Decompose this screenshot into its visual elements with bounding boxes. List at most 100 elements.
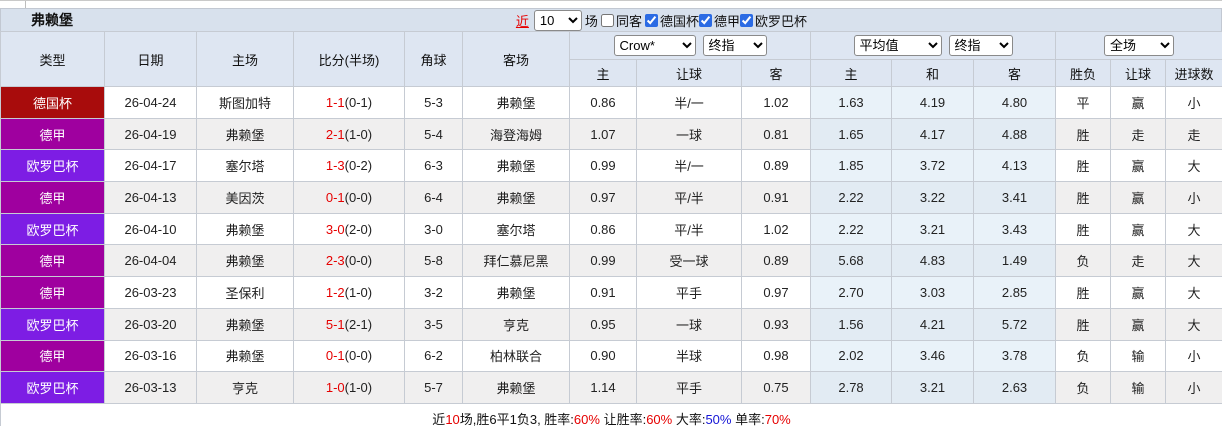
- away-team-cell: 海登海姆: [462, 117, 570, 151]
- handicap-result-cell: 走: [1110, 244, 1167, 278]
- date-cell: 26-04-10: [104, 212, 197, 246]
- odds-select-group: Crow* 终指: [568, 31, 812, 60]
- match-row: 欧罗巴杯 26-03-13 亨克 1-0(1-0) 5-7 弗赖堡 1.14 平手 0.75 2.…: [0, 371, 1222, 404]
- odds-handicap-cell: 半/一: [636, 149, 742, 183]
- score-cell: 1-2(1-0): [293, 276, 405, 309]
- recent-link[interactable]: 近: [516, 11, 529, 30]
- odds-handicap-cell: 一球: [636, 117, 742, 151]
- league-checkbox[interactable]: [698, 14, 712, 27]
- summary-segment: 10: [445, 411, 460, 426]
- fulltime-score: 0-1: [325, 189, 345, 205]
- halftime-score: (0-2): [344, 158, 373, 174]
- fulltime-score: 1-2: [325, 284, 345, 300]
- same-away-checkbox[interactable]: [600, 14, 614, 27]
- col-header-avg-home: 主: [810, 59, 893, 87]
- halftime-score: (1-0): [344, 126, 373, 142]
- goals-result-cell: 小: [1165, 339, 1222, 373]
- avg-home-cell: 1.65: [810, 117, 893, 151]
- date-cell: 26-04-13: [104, 181, 197, 214]
- odds-source-select[interactable]: Crow*: [613, 35, 696, 56]
- match-row: 欧罗巴杯 26-04-17 塞尔塔 1-3(0-2) 6-3 弗赖堡 0.99 半/一 0.89…: [0, 149, 1222, 183]
- recent-count-select[interactable]: 10: [533, 10, 582, 31]
- away-team-cell: 塞尔塔: [462, 212, 570, 246]
- handicap-result-cell: 赢: [1110, 181, 1167, 214]
- odds-away-cell: 0.89: [740, 244, 812, 278]
- odds-home-cell: 0.97: [569, 181, 637, 214]
- home-team-cell: 圣保利: [196, 276, 294, 309]
- handicap-result-cell: 赢: [1110, 149, 1167, 183]
- league-filter-label: 德国杯: [659, 14, 699, 29]
- same-away-filter[interactable]: 同客: [600, 11, 642, 30]
- odds-stage-select-left[interactable]: 终指: [702, 35, 767, 56]
- match-row: 德国杯 26-04-24 斯图加特 1-1(0-1) 5-3 弗赖堡 0.86 半/一 1.02…: [0, 86, 1222, 119]
- avg-home-cell: 2.02: [810, 339, 893, 373]
- halftime-score: (2-0): [344, 221, 373, 237]
- avg-draw-cell: 3.46: [891, 339, 975, 373]
- score-cell: 1-1(0-1): [293, 86, 405, 119]
- odds-stage-select-right[interactable]: 终指: [948, 35, 1013, 56]
- handicap-result-cell: 赢: [1110, 212, 1167, 246]
- col-header-score: 比分(半场): [293, 31, 405, 87]
- odds-handicap-cell: 半/一: [636, 86, 742, 119]
- result-cell: 胜: [1055, 181, 1112, 214]
- goals-result-cell: 小: [1165, 371, 1222, 404]
- odds-handicap-cell: 平/半: [636, 212, 742, 246]
- avg-away-cell: 1.49: [973, 244, 1057, 278]
- league-filter[interactable]: 德甲: [698, 11, 740, 30]
- result-cell: 胜: [1055, 276, 1112, 309]
- score-cell: 5-1(2-1): [293, 307, 405, 341]
- corners-cell: 3-2: [404, 276, 463, 309]
- halftime-score: (0-0): [344, 348, 373, 364]
- odds-handicap-cell: 受一球: [636, 244, 742, 278]
- corners-cell: 6-3: [404, 149, 463, 183]
- summary-segment: 70%: [764, 411, 791, 426]
- league-checkbox[interactable]: [644, 14, 658, 27]
- odds-home-cell: 0.91: [569, 276, 637, 309]
- league-type-cell: 欧罗巴杯: [0, 307, 105, 341]
- league-type-cell: 德甲: [0, 244, 105, 278]
- away-team-cell: 弗赖堡: [462, 149, 570, 183]
- summary-text: 近10场,胜6平1负3, 胜率:60% 让胜率:60% 大率:50% 单率:70…: [0, 402, 1222, 426]
- handicap-result-cell: 输: [1110, 371, 1167, 404]
- avg-source-select[interactable]: 平均值: [853, 35, 942, 56]
- halftime-score: (2-1): [344, 316, 373, 332]
- league-filter-label: 德甲: [713, 14, 740, 29]
- fulltime-score: 1-3: [325, 158, 345, 174]
- result-cell: 胜: [1055, 212, 1112, 246]
- avg-away-cell: 4.88: [973, 117, 1057, 151]
- odds-handicap-cell: 平手: [636, 276, 742, 309]
- goals-result-cell: 小: [1165, 181, 1222, 214]
- date-cell: 26-03-23: [104, 276, 197, 309]
- handicap-result-cell: 赢: [1110, 307, 1167, 341]
- odds-away-cell: 0.75: [740, 371, 812, 404]
- handicap-result-cell: 赢: [1110, 86, 1167, 119]
- odds-away-cell: 0.81: [740, 117, 812, 151]
- home-team-cell: 亨克: [196, 371, 294, 404]
- league-filter[interactable]: 德国杯: [644, 11, 699, 30]
- fulltime-score: 2-1: [325, 126, 345, 142]
- odds-home-cell: 0.86: [569, 212, 637, 246]
- avg-home-cell: 5.68: [810, 244, 893, 278]
- league-type-cell: 欧罗巴杯: [0, 212, 105, 246]
- scope-select[interactable]: 全场: [1104, 35, 1175, 56]
- goals-result-cell: 小: [1165, 86, 1222, 119]
- match-row: 德甲 26-04-13 美因茨 0-1(0-0) 6-4 弗赖堡 0.97 平/半 0.91 2.…: [0, 181, 1222, 214]
- league-filter-label: 欧罗巴杯: [754, 14, 807, 29]
- odds-handicap-cell: 平手: [636, 371, 742, 404]
- avg-draw-cell: 3.03: [891, 276, 975, 309]
- league-filter[interactable]: 欧罗巴杯: [739, 11, 807, 30]
- league-checkbox[interactable]: [739, 14, 753, 27]
- score-cell: 2-3(0-0): [293, 244, 405, 278]
- halftime-score: (0-0): [344, 189, 373, 205]
- corners-cell: 5-7: [404, 371, 463, 404]
- col-header-avg-draw: 和: [891, 59, 975, 87]
- handicap-result-cell: 走: [1110, 117, 1167, 151]
- avg-away-cell: 4.80: [973, 86, 1057, 119]
- corners-cell: 5-3: [404, 86, 463, 119]
- table-titlebar: 弗赖堡 近 10 场 同客 德国杯 德甲 欧罗巴杯: [0, 8, 1222, 31]
- match-row: 德甲 26-04-19 弗赖堡 2-1(1-0) 5-4 海登海姆 1.07 一球 0.81 1.…: [0, 117, 1222, 151]
- goals-result-cell: 大: [1165, 307, 1222, 341]
- goals-result-cell: 大: [1165, 276, 1222, 309]
- league-filters: 德国杯 德甲 欧罗巴杯: [644, 11, 807, 30]
- col-header-goals-result: 进球数: [1165, 59, 1222, 87]
